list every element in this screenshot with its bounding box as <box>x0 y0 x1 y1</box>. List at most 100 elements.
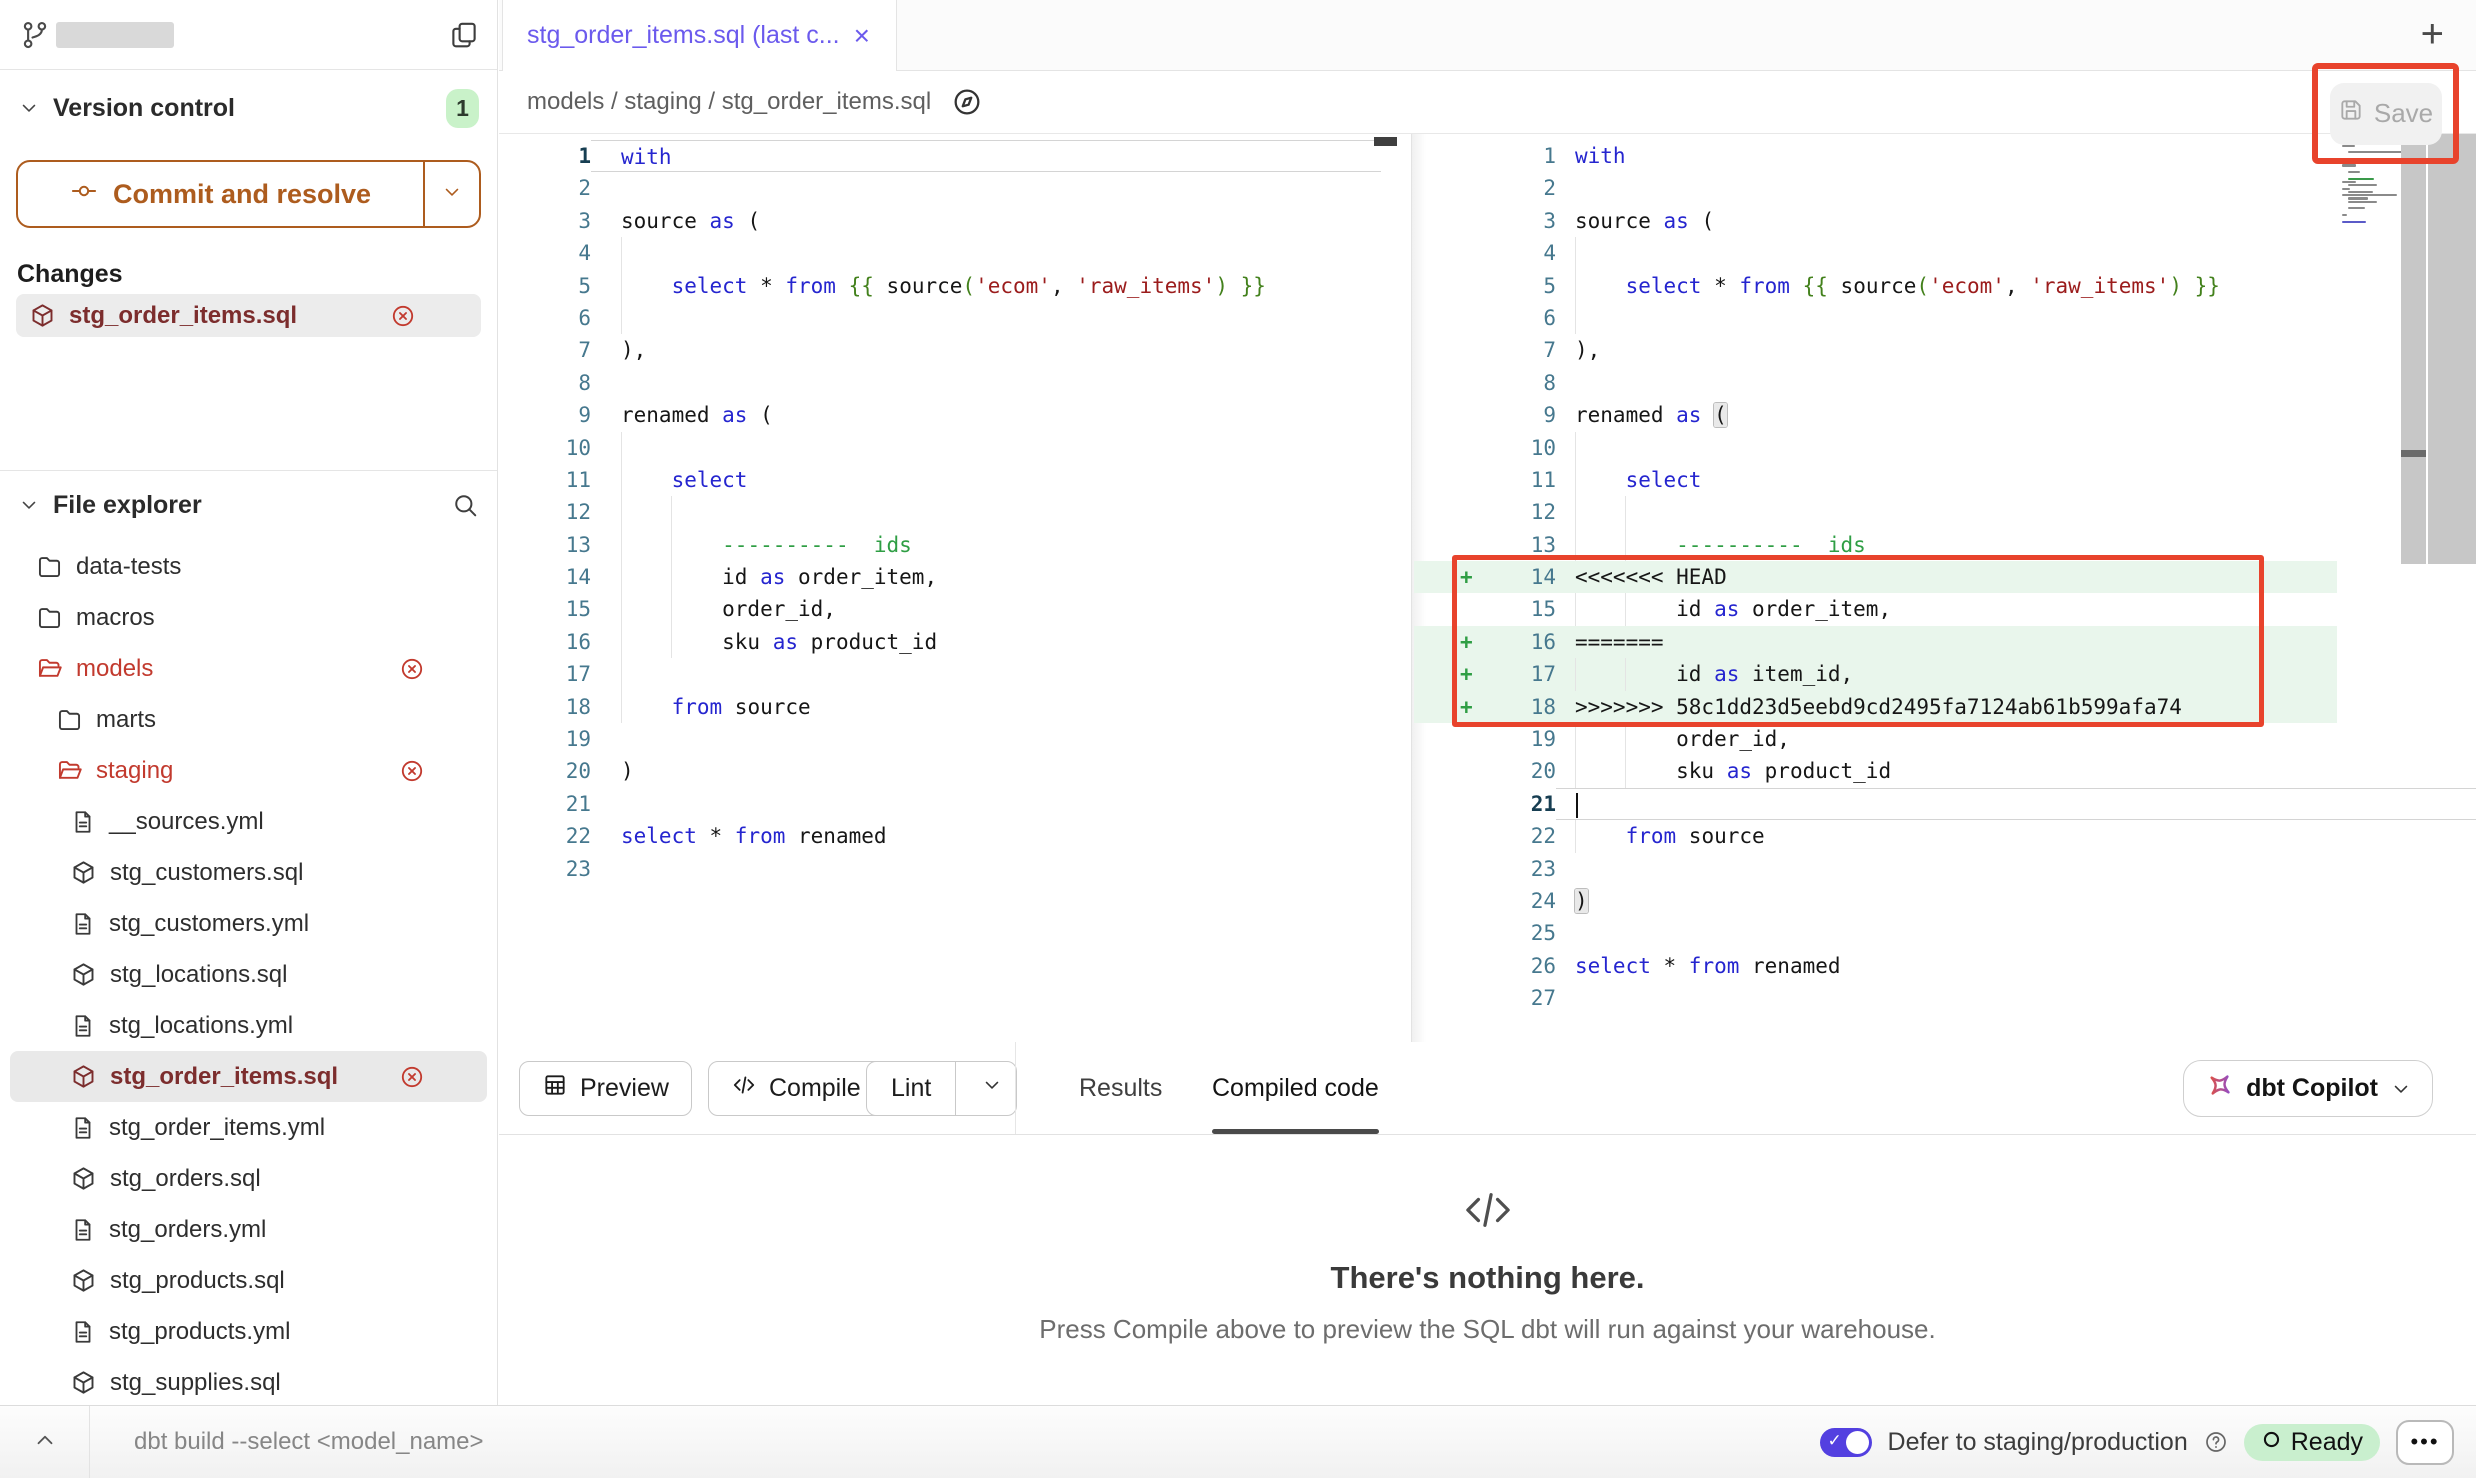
code-line-3[interactable]: 3source as ( <box>1414 205 2476 237</box>
code-line-26[interactable]: 26select * from renamed <box>1414 950 2476 982</box>
file-explorer-item-stg_products.yml[interactable]: stg_products.yml <box>10 1306 487 1357</box>
code-line-21[interactable]: 21 <box>499 788 1411 820</box>
code-line-14[interactable]: +14<<<<<<< HEAD <box>1414 561 2337 593</box>
chevron-down-icon[interactable] <box>18 97 40 119</box>
code-line-4[interactable]: 4 <box>499 237 1411 269</box>
code-line-27[interactable]: 27 <box>1414 982 2476 1014</box>
status-badge[interactable]: Ready <box>2244 1424 2380 1461</box>
code-line-19[interactable]: 19 order_id, <box>1414 723 2476 755</box>
commit-and-resolve-button[interactable]: Commit and resolve <box>16 160 481 228</box>
file-explorer-item-models[interactable]: models <box>10 643 487 694</box>
file-explorer-item-stg_orders.yml[interactable]: stg_orders.yml <box>10 1204 487 1255</box>
changed-file-row[interactable]: stg_order_items.sql <box>16 294 481 337</box>
code-line-18[interactable]: 18 from source <box>499 691 1411 723</box>
code-line-14[interactable]: 14 id as order_item, <box>499 561 1411 593</box>
code-line-5[interactable]: 5 select * from {{ source('ecom', 'raw_i… <box>1414 270 2476 302</box>
close-tab-icon[interactable]: × <box>854 22 870 50</box>
code-line-22[interactable]: 22 from source <box>1414 820 2476 852</box>
code-line-25[interactable]: 25 <box>1414 917 2476 949</box>
file-explorer-item-stg_order_items.sql[interactable]: stg_order_items.sql <box>10 1051 487 1102</box>
code-line-23[interactable]: 23 <box>1414 853 2476 885</box>
file-explorer-item-stg_orders.sql[interactable]: stg_orders.sql <box>10 1153 487 1204</box>
file-explorer-item-stg_customers.sql[interactable]: stg_customers.sql <box>10 847 487 898</box>
file-explorer-item-stg_customers.yml[interactable]: stg_customers.yml <box>10 898 487 949</box>
code-line-13[interactable]: 13 ---------- ids <box>499 529 1411 561</box>
code-line-3[interactable]: 3source as ( <box>499 205 1411 237</box>
code-line-8[interactable]: 8 <box>499 367 1411 399</box>
cli-command-input[interactable]: dbt build --select <model_name> <box>134 1428 484 1456</box>
file-explorer-item-stg_locations.yml[interactable]: stg_locations.yml <box>10 1000 487 1051</box>
diff-pane-right[interactable]: 1with23source as (45 select * from {{ so… <box>1414 140 2476 1015</box>
code-line-2[interactable]: 2 <box>1414 172 2476 204</box>
chevron-down-icon[interactable] <box>18 494 40 516</box>
code-line-17[interactable]: 17 <box>499 658 1411 690</box>
discard-change-icon[interactable] <box>390 303 416 329</box>
tab-compiled-code[interactable]: Compiled code <box>1212 1042 1379 1134</box>
git-branch-icon[interactable] <box>20 20 50 55</box>
discard-change-icon[interactable] <box>399 656 425 682</box>
code-line-11[interactable]: 11 select <box>1414 464 2476 496</box>
file-explorer-item-staging[interactable]: staging <box>10 745 487 796</box>
code-line-10[interactable]: 10 <box>499 432 1411 464</box>
new-tab-button[interactable]: + <box>2421 12 2444 57</box>
code-line-15[interactable]: 15 id as order_item, <box>1414 593 2476 625</box>
code-line-7[interactable]: 7), <box>499 334 1411 366</box>
code-line-18[interactable]: +18>>>>>>> 58c1dd23d5eebd9cd2495fa7124ab… <box>1414 691 2337 723</box>
code-line-1[interactable]: 1with <box>499 140 1411 172</box>
lint-options-dropdown[interactable] <box>968 1074 1016 1103</box>
help-icon[interactable] <box>2204 1430 2228 1454</box>
file-explorer-item-stg_products.sql[interactable]: stg_products.sql <box>10 1255 487 1306</box>
preview-button[interactable]: Preview <box>519 1061 692 1116</box>
lineage-compass-icon[interactable] <box>951 86 983 118</box>
file-explorer-item-stg_locations.sql[interactable]: stg_locations.sql <box>10 949 487 1000</box>
file-explorer-item-stg_order_items.yml[interactable]: stg_order_items.yml <box>10 1102 487 1153</box>
minimap-slider[interactable] <box>2401 140 2426 564</box>
dbt-copilot-button[interactable]: dbt Copilot <box>2183 1060 2433 1117</box>
more-options-button[interactable]: ••• <box>2396 1420 2454 1465</box>
code-line-10[interactable]: 10 <box>1414 432 2476 464</box>
lint-button[interactable]: Lint <box>866 1061 1017 1116</box>
collapse-panel-button[interactable] <box>0 1406 90 1478</box>
code-line-13[interactable]: 13 ---------- ids <box>1414 529 2476 561</box>
code-editor[interactable]: 1with23source as (45 select * from {{ so… <box>499 134 2476 1042</box>
code-line-7[interactable]: 7), <box>1414 334 2476 366</box>
duplicate-files-icon[interactable] <box>449 20 479 55</box>
code-line-24[interactable]: 24) <box>1414 885 2476 917</box>
code-line-20[interactable]: 20 sku as product_id <box>1414 755 2476 787</box>
code-line-6[interactable]: 6 <box>1414 302 2476 334</box>
code-line-11[interactable]: 11 select <box>499 464 1411 496</box>
code-line-16[interactable]: 16 sku as product_id <box>499 626 1411 658</box>
code-line-17[interactable]: +17 id as item_id, <box>1414 658 2337 690</box>
file-explorer-item-stg_supplies.sql[interactable]: stg_supplies.sql <box>10 1357 487 1405</box>
editor-scrollbar[interactable] <box>2428 134 2476 564</box>
code-line-16[interactable]: +16======= <box>1414 626 2337 658</box>
file-explorer-item-__sources.yml[interactable]: __sources.yml <box>10 796 487 847</box>
code-line-21[interactable]: 21 <box>1414 788 2476 820</box>
tab-stg-order-items[interactable]: stg_order_items.sql (last c... × <box>502 0 897 71</box>
search-icon[interactable] <box>451 491 479 519</box>
diff-pane-left[interactable]: 1with23source as (45 select * from {{ so… <box>499 140 1411 885</box>
discard-change-icon[interactable] <box>399 758 425 784</box>
code-line-9[interactable]: 9renamed as ( <box>499 399 1411 431</box>
compile-button[interactable]: Compile <box>708 1061 884 1116</box>
file-explorer-item-data-tests[interactable]: data-tests <box>10 541 487 592</box>
code-line-4[interactable]: 4 <box>1414 237 2476 269</box>
code-line-15[interactable]: 15 order_id, <box>499 593 1411 625</box>
discard-change-icon[interactable] <box>399 1064 425 1090</box>
file-explorer-item-marts[interactable]: marts <box>10 694 487 745</box>
version-control-header[interactable]: Version control 1 <box>18 88 479 128</box>
code-line-12[interactable]: 12 <box>499 496 1411 528</box>
code-line-22[interactable]: 22select * from renamed <box>499 820 1411 852</box>
code-line-19[interactable]: 19 <box>499 723 1411 755</box>
code-line-6[interactable]: 6 <box>499 302 1411 334</box>
code-line-8[interactable]: 8 <box>1414 367 2476 399</box>
save-button[interactable]: Save <box>2330 83 2442 145</box>
file-explorer-item-macros[interactable]: macros <box>10 592 487 643</box>
defer-toggle[interactable]: ✓ <box>1820 1428 1872 1457</box>
code-line-23[interactable]: 23 <box>499 853 1411 885</box>
code-line-2[interactable]: 2 <box>499 172 1411 204</box>
tab-results[interactable]: Results <box>1079 1042 1162 1134</box>
code-line-20[interactable]: 20) <box>499 755 1411 787</box>
left-pane-scrollbar-thumb[interactable] <box>1374 137 1397 146</box>
commit-options-dropdown[interactable] <box>425 162 479 226</box>
